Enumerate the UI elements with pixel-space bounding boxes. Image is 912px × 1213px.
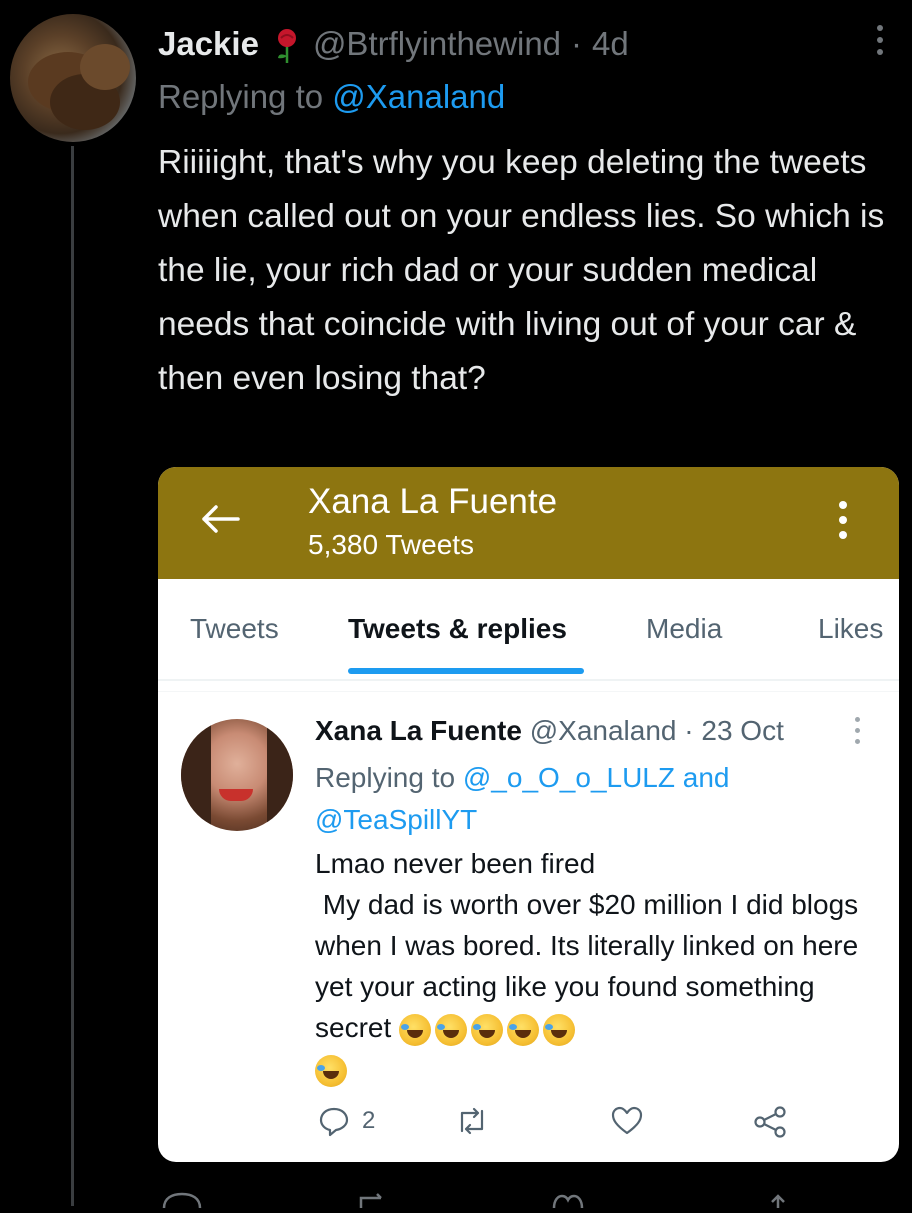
inner-mention-2: @TeaSpillYT [315,804,478,835]
retweet-icon [454,1105,490,1137]
inner-tweet-header: Xana La Fuente @Xanaland · 23 Oct [315,715,784,747]
inner-reply-action: 2 [318,1105,375,1137]
inner-more-icon [852,717,862,751]
reply-mention-link[interactable]: @Xanaland [332,78,505,115]
replying-to: Replying to @Xanaland [158,78,505,116]
inner-avatar [181,719,293,831]
profile-name: Xana La Fuente [308,482,558,521]
inner-text-body: My dad is worth over $20 million I did b… [315,889,866,1043]
embedded-screenshot[interactable]: Xana La Fuente 5,380 Tweets Tweets Tweet… [158,467,899,1162]
inner-mention-1: @_o_O_o_LULZ [462,762,675,793]
active-tab-indicator [348,668,584,674]
tab-tweets: Tweets [190,613,279,644]
inner-replying-prefix: Replying to [315,762,456,793]
inner-and: and [682,762,730,793]
share-icon [752,1105,788,1139]
rofl-emoji-icon [399,1013,432,1046]
reply-icon[interactable] [160,1188,204,1209]
tweet-header: Jackie @Btrflyinthewind · 4d [158,22,629,66]
inner-author-handle: @Xanaland [529,715,677,746]
tweet-text: Riiiiight, that's why you keep deleting … [158,144,885,397]
rofl-emoji-icon [543,1013,576,1046]
tweet-count: 5,380 Tweets [308,529,475,560]
more-options-icon[interactable] [870,22,890,62]
divider [158,679,899,681]
author-name[interactable]: Jackie [158,25,259,63]
profile-tabs: Tweets Tweets & replies Media Likes [158,579,899,679]
like-action-icon[interactable] [550,1188,586,1209]
comment-icon [318,1105,350,1137]
back-arrow-icon [198,499,242,546]
inner-tweet-date: 23 Oct [701,715,784,746]
reply-count: 2 [362,1107,376,1134]
tweet-time[interactable]: 4d [592,25,629,63]
inner-replying-to: Replying to @_o_O_o_LULZ and @TeaSpillYT [315,757,875,841]
inner-author-name: Xana La Fuente [315,715,522,746]
inner-tweet-text: Lmao never been fired My dad is worth ov… [315,843,875,1089]
tab-tweets-replies: Tweets & replies [348,613,567,644]
inner-text-line-1: Lmao never been fired [315,848,596,879]
separator-dot: · [571,25,583,62]
profile-menu-icon [836,501,850,547]
inner-action-bar: 2 [158,1097,899,1147]
replying-prefix: Replying to [158,78,324,115]
share-action-icon[interactable] [760,1188,796,1208]
tab-likes: Likes [818,613,884,644]
rofl-emoji-icon [507,1013,540,1046]
like-icon [610,1105,644,1137]
inner-separator-dot: · [684,715,694,746]
tab-media: Media [646,613,723,644]
rofl-emoji-icon [315,1054,347,1087]
author-handle[interactable]: @Btrflyinthewind [313,25,561,63]
divider [158,691,899,692]
rose-icon [273,28,301,64]
avatar[interactable] [10,14,136,142]
rofl-emoji-icon [435,1013,468,1046]
thread-line [71,146,74,1206]
retweet-action-icon[interactable] [355,1188,391,1208]
laughing-emoji-row [399,1013,576,1046]
rofl-emoji-icon [471,1013,504,1046]
